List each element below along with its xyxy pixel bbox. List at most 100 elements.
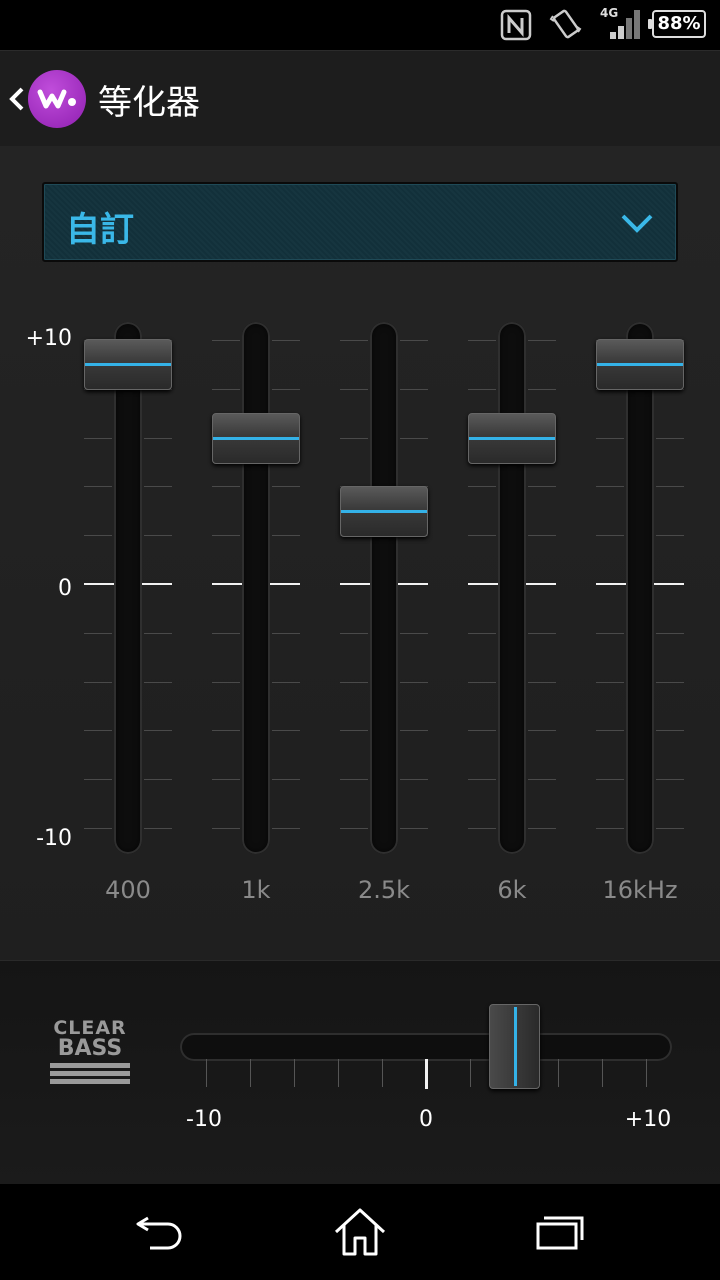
scale-tick — [656, 535, 684, 536]
scale-tick — [528, 633, 556, 634]
scale-tick — [340, 730, 368, 731]
band-slider-thumb-0[interactable] — [84, 339, 172, 390]
back-icon[interactable] — [130, 1206, 190, 1258]
clear-bass-bars-icon — [50, 1063, 130, 1084]
scale-tick — [272, 486, 300, 487]
clear-bass-track[interactable] — [180, 1033, 672, 1061]
band-track-2[interactable] — [370, 322, 398, 854]
clear-bass-tick — [294, 1059, 295, 1087]
scale-tick — [468, 779, 496, 780]
walkman-w-icon — [37, 89, 76, 109]
scale-tick — [528, 828, 556, 829]
recent-apps-icon[interactable] — [530, 1206, 590, 1258]
scale-tick — [468, 486, 496, 487]
scale-tick — [528, 682, 556, 683]
band-slider-thumb-2[interactable] — [340, 486, 428, 537]
zero-line-tick — [84, 583, 116, 585]
band-frequency-label: 2.5k — [357, 876, 411, 904]
scale-tick — [528, 779, 556, 780]
scale-tick — [468, 730, 496, 731]
nfc-icon — [500, 9, 532, 41]
scale-tick — [528, 340, 556, 341]
scale-tick — [144, 828, 172, 829]
scale-tick — [400, 340, 428, 341]
scale-tick — [468, 682, 496, 683]
scale-tick — [656, 682, 684, 683]
clear-bass-slider-thumb[interactable] — [489, 1004, 540, 1089]
band-track-1[interactable] — [242, 322, 270, 854]
scale-tick — [144, 486, 172, 487]
scale-tick — [272, 682, 300, 683]
band-track-3[interactable] — [498, 322, 526, 854]
clear-bass-tick — [250, 1059, 251, 1087]
scale-tick — [528, 486, 556, 487]
zero-line-tick — [396, 583, 428, 585]
scale-tick — [468, 535, 496, 536]
scale-tick — [656, 779, 684, 780]
scale-tick — [144, 730, 172, 731]
scale-tick — [596, 438, 624, 439]
scale-tick — [84, 633, 112, 634]
band-slider-thumb-1[interactable] — [212, 413, 300, 464]
scale-tick — [468, 633, 496, 634]
scale-tick — [84, 535, 112, 536]
battery-icon: 88% — [648, 10, 706, 38]
clear-bass-max-label: +10 — [624, 1107, 672, 1132]
preset-selected-value: 自訂 — [66, 210, 134, 250]
scale-tick — [272, 340, 300, 341]
scale-tick — [84, 486, 112, 487]
home-icon[interactable] — [330, 1206, 390, 1258]
scale-tick — [528, 535, 556, 536]
scale-tick — [144, 779, 172, 780]
clear-bass-tick — [206, 1059, 207, 1087]
band-track-4[interactable] — [626, 322, 654, 854]
scale-tick — [144, 535, 172, 536]
clear-bass-tick — [338, 1059, 339, 1087]
scale-tick — [468, 340, 496, 341]
band-frequency-label: 1k — [241, 876, 271, 904]
walkman-logo-icon[interactable] — [28, 70, 86, 128]
band-slider-thumb-4[interactable] — [596, 339, 684, 390]
signal-icon — [610, 10, 640, 39]
zero-line-tick — [468, 583, 500, 585]
chevron-down-icon — [621, 214, 653, 233]
zero-line-tick — [596, 583, 628, 585]
scale-tick — [272, 633, 300, 634]
clear-bass-tick — [558, 1059, 559, 1087]
scale-label-bottom: -10 — [36, 826, 72, 851]
scale-tick — [212, 389, 240, 390]
clear-bass-tick — [602, 1059, 603, 1087]
scale-tick — [212, 779, 240, 780]
scale-tick — [656, 438, 684, 439]
scale-tick — [596, 633, 624, 634]
scale-tick — [212, 340, 240, 341]
scale-tick — [84, 779, 112, 780]
scale-tick — [212, 730, 240, 731]
scale-tick — [340, 389, 368, 390]
scale-tick — [272, 389, 300, 390]
scale-tick — [656, 633, 684, 634]
band-track-0[interactable] — [114, 322, 142, 854]
scale-tick — [272, 828, 300, 829]
preset-dropdown[interactable]: 自訂 — [42, 182, 678, 262]
vibrate-icon — [549, 9, 582, 39]
scale-tick — [340, 779, 368, 780]
band-frequency-label: 16kHz — [602, 876, 678, 904]
clear-bass-tick — [382, 1059, 383, 1087]
clear-bass-logo: CLEAR BASS — [50, 1017, 130, 1087]
zero-line-tick — [524, 583, 556, 585]
clear-bass-mid-label: 0 — [419, 1107, 433, 1132]
scale-tick — [596, 828, 624, 829]
scale-tick — [84, 828, 112, 829]
scale-tick — [400, 389, 428, 390]
back-chevron-icon[interactable] — [6, 79, 28, 119]
scale-tick — [212, 828, 240, 829]
scale-tick — [400, 779, 428, 780]
scale-tick — [272, 779, 300, 780]
scale-tick — [340, 438, 368, 439]
scale-tick — [340, 828, 368, 829]
scale-tick — [272, 730, 300, 731]
scale-tick — [468, 389, 496, 390]
scale-label-top: +10 — [25, 326, 72, 351]
band-slider-thumb-3[interactable] — [468, 413, 556, 464]
